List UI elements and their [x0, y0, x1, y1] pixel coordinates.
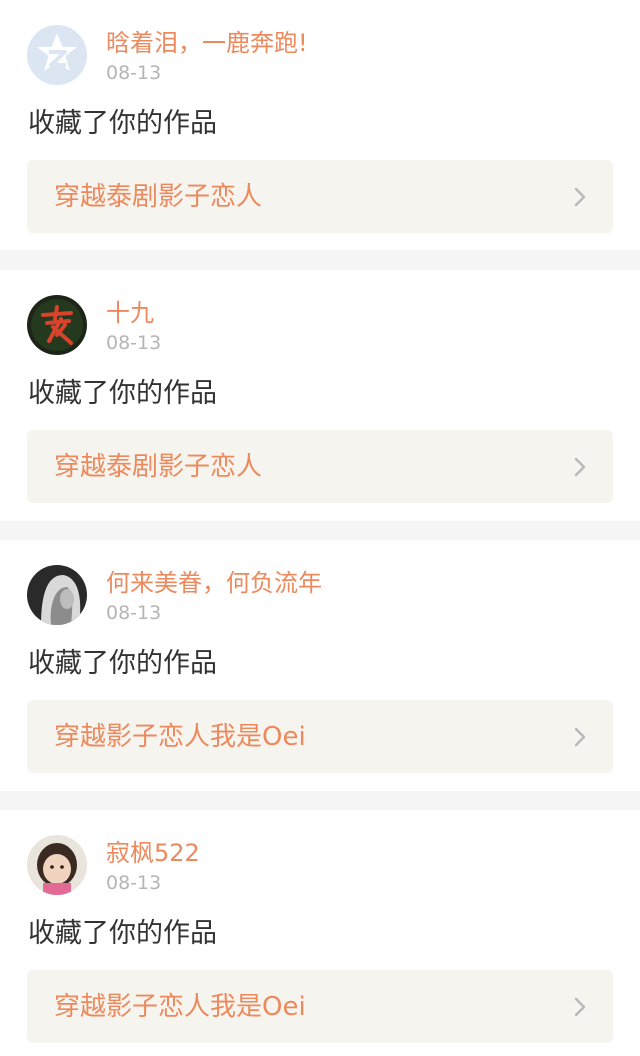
- action-text: 收藏了你的作品: [28, 648, 217, 679]
- work-link[interactable]: 穿越泰剧影子恋人: [27, 160, 613, 233]
- work-title: 穿越泰剧影子恋人: [54, 452, 263, 482]
- notification-card: 何来美眷，何负流年 08-13 收藏了你的作品 穿越影子恋人我是Oei: [0, 540, 640, 791]
- avatar[interactable]: [27, 835, 87, 895]
- work-title: 穿越影子恋人我是Oei: [54, 722, 306, 752]
- chevron-right-icon: [573, 186, 587, 208]
- timestamp: 08-13: [106, 332, 162, 354]
- work-link[interactable]: 穿越影子恋人我是Oei: [27, 700, 613, 773]
- work-link[interactable]: 穿越泰剧影子恋人: [27, 430, 613, 503]
- chevron-right-icon: [573, 726, 587, 748]
- timestamp: 08-13: [106, 62, 162, 84]
- avatar[interactable]: [27, 565, 87, 625]
- username[interactable]: 寂枫522: [106, 838, 200, 868]
- work-link[interactable]: 穿越影子恋人我是Oei: [27, 970, 613, 1043]
- notification-card: 十九 08-13 收藏了你的作品 穿越泰剧影子恋人: [0, 270, 640, 521]
- notification-card: 晗着泪，一鹿奔跑! 08-13 收藏了你的作品 穿越泰剧影子恋人: [0, 0, 640, 250]
- timestamp: 08-13: [106, 602, 162, 624]
- portrait-avatar-icon: [27, 565, 87, 625]
- action-text: 收藏了你的作品: [28, 918, 217, 949]
- child-photo-avatar-icon: [27, 835, 87, 895]
- timestamp: 08-13: [106, 872, 162, 894]
- username[interactable]: 何来美眷，何负流年: [106, 568, 322, 598]
- qzone-avatar-icon: [27, 25, 87, 85]
- notification-feed: 晗着泪，一鹿奔跑! 08-13 收藏了你的作品 穿越泰剧影子恋人 十九 08-1…: [0, 0, 640, 1056]
- avatar[interactable]: [27, 295, 87, 355]
- work-title: 穿越影子恋人我是Oei: [54, 992, 306, 1022]
- chevron-right-icon: [573, 996, 587, 1018]
- work-title: 穿越泰剧影子恋人: [54, 182, 263, 212]
- chevron-right-icon: [573, 456, 587, 478]
- action-text: 收藏了你的作品: [28, 378, 217, 409]
- username[interactable]: 十九: [106, 298, 154, 328]
- action-text: 收藏了你的作品: [28, 108, 217, 139]
- avatar[interactable]: [27, 25, 87, 85]
- username[interactable]: 晗着泪，一鹿奔跑!: [106, 28, 308, 58]
- notification-card: 寂枫522 08-13 收藏了你的作品 穿越影子恋人我是Oei: [0, 810, 640, 1056]
- calligraphy-avatar-icon: [27, 295, 87, 355]
